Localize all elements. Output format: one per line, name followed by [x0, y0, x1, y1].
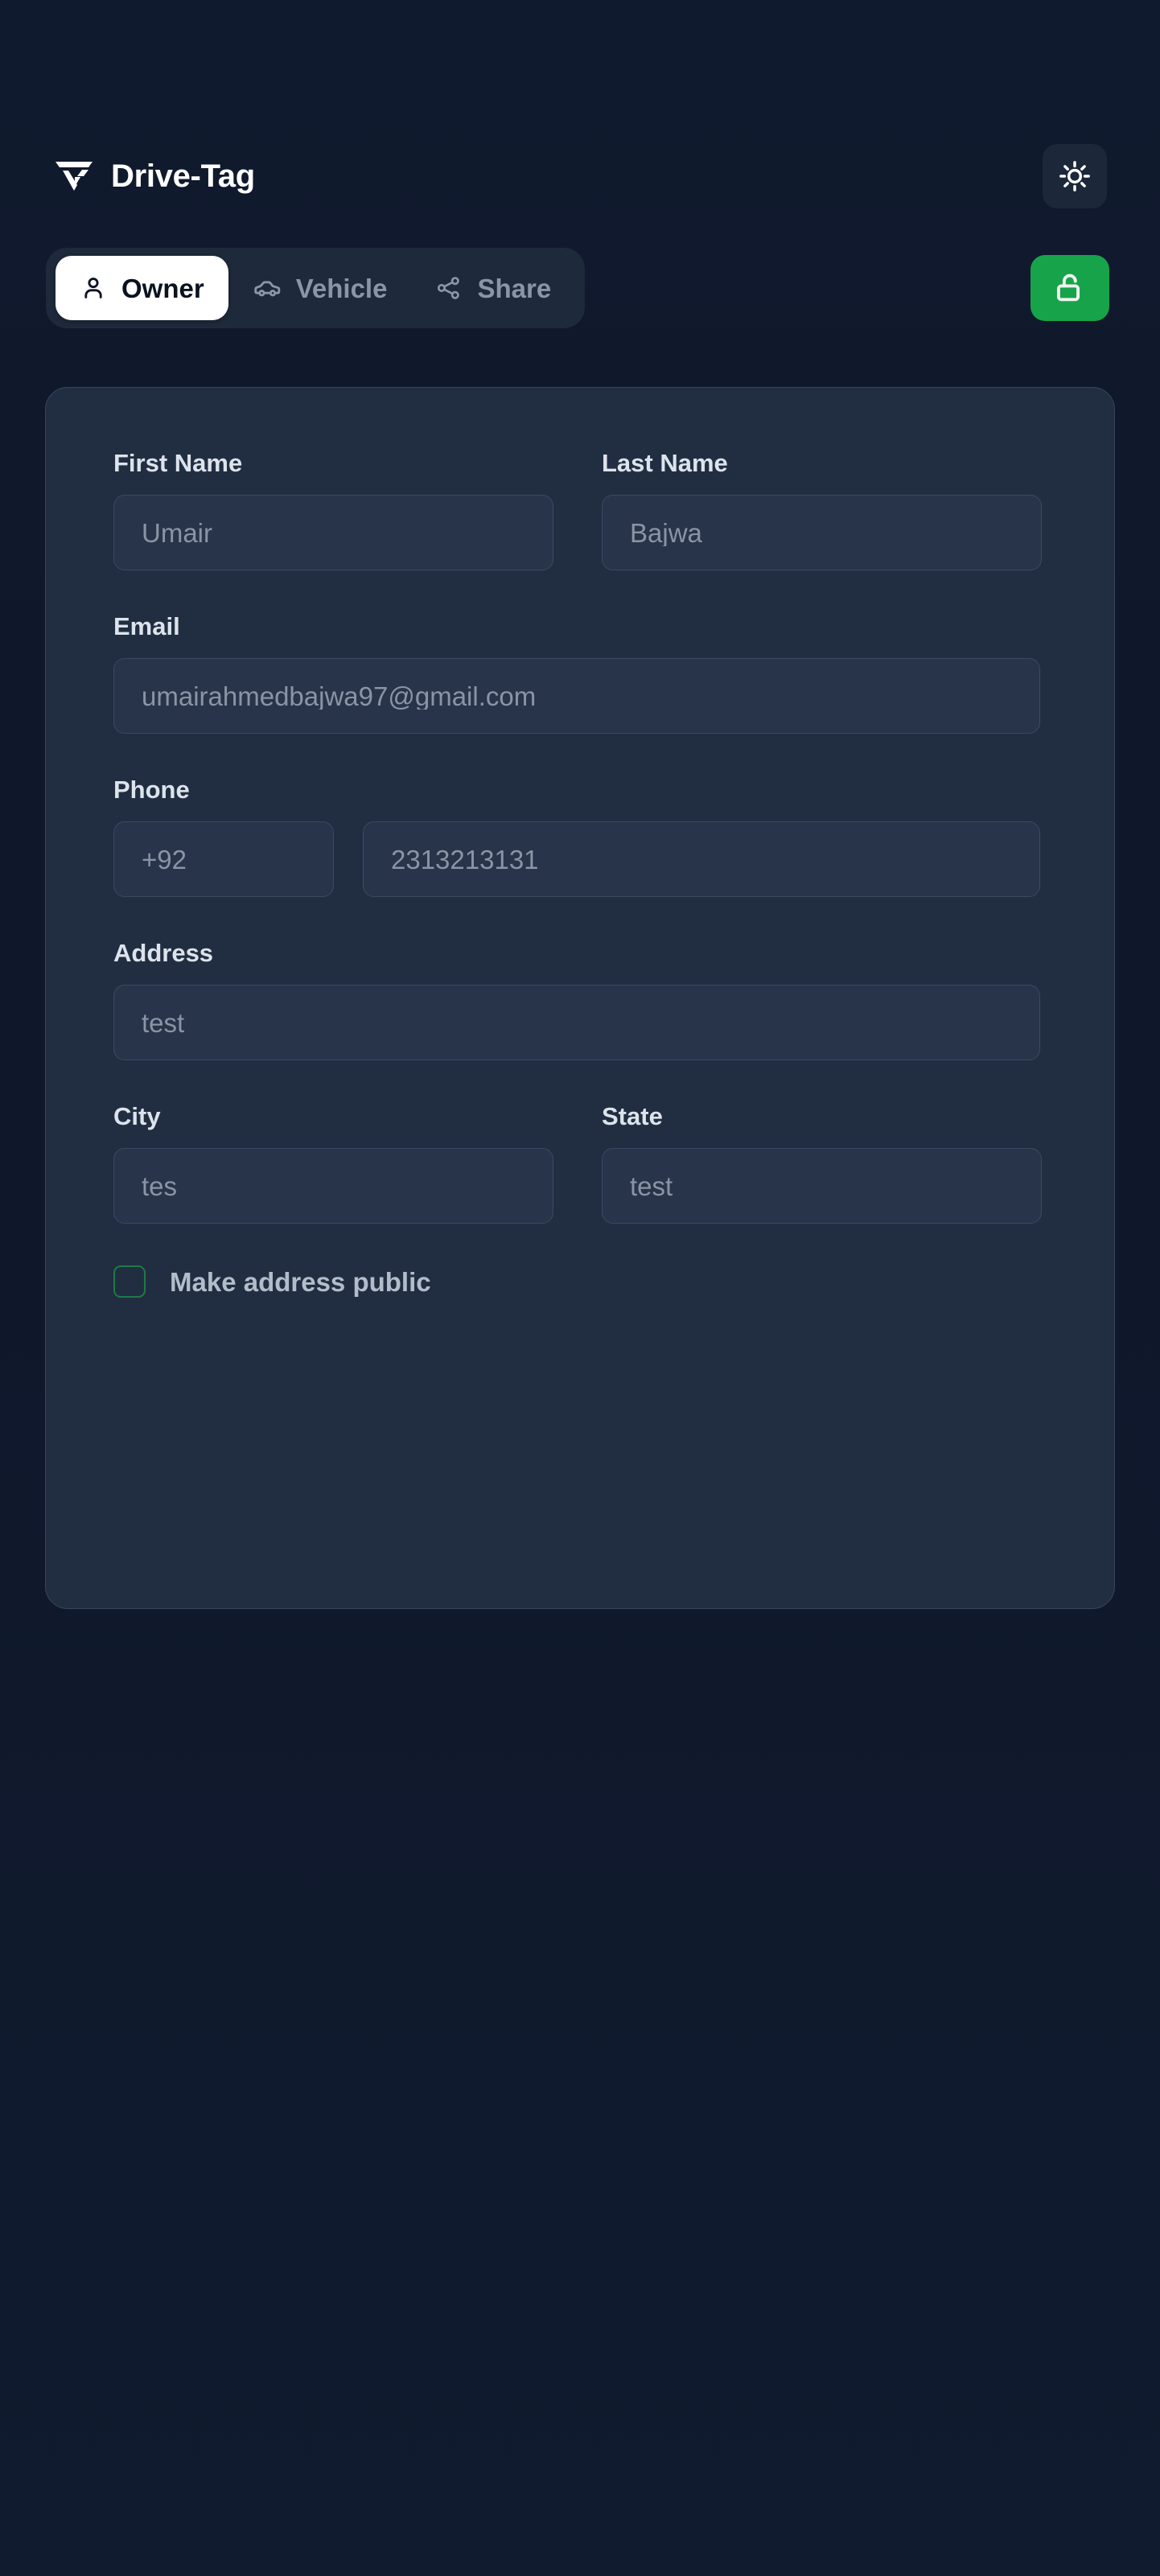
make-address-public-label[interactable]: Make address public [170, 1269, 431, 1295]
tab-share-label: Share [477, 273, 552, 303]
phone-field-group: Phone +92 2313213131 [113, 777, 1040, 897]
city-field-group: City tes [113, 1104, 553, 1224]
owner-details-card: First Name Umair Last Name Bajwa Email u… [45, 387, 1115, 1609]
address-input[interactable]: test [113, 985, 1040, 1060]
tab-vehicle-label: Vehicle [295, 273, 388, 303]
app-root: Drive-Tag Owner Vehicle Share First Name… [0, 0, 1160, 2576]
address-label: Address [113, 939, 214, 967]
email-field-group: Email umairahmedbajwa97@gmail.com [113, 614, 1040, 734]
address-field-group: Address test [113, 940, 1040, 1060]
last-name-label: Last Name [602, 449, 728, 477]
first-name-field-group: First Name Umair [113, 451, 553, 570]
tab-share[interactable]: Share [411, 256, 575, 320]
name-row: First Name Umair Last Name Bajwa [113, 451, 1047, 570]
first-name-label: First Name [113, 449, 243, 477]
tab-bar: Owner Vehicle Share [46, 248, 586, 328]
address-value: test [142, 1009, 185, 1036]
email-value: umairahmedbajwa97@gmail.com [142, 682, 537, 710]
brand: Drive-Tag [53, 155, 255, 197]
email-label: Email [113, 612, 180, 640]
tab-row: Owner Vehicle Share [46, 241, 1109, 335]
state-input[interactable]: test [602, 1148, 1042, 1224]
share-icon [435, 274, 463, 302]
city-label: City [113, 1102, 161, 1130]
lock-toggle-button[interactable] [1030, 255, 1109, 321]
city-input[interactable]: tes [113, 1148, 553, 1224]
state-field-group: State test [602, 1104, 1042, 1224]
last-name-field-group: Last Name Bajwa [602, 451, 1042, 570]
last-name-value: Bajwa [630, 519, 702, 546]
make-address-public-checkbox[interactable] [113, 1265, 146, 1298]
unlock-icon [1052, 270, 1088, 306]
sun-icon [1058, 159, 1092, 193]
phone-number-input[interactable]: 2313213131 [363, 821, 1040, 897]
phone-country-code-input[interactable]: +92 [113, 821, 334, 897]
last-name-input[interactable]: Bajwa [602, 495, 1042, 570]
tab-owner-label: Owner [121, 273, 204, 303]
phone-country-code-value: +92 [142, 846, 187, 873]
make-address-public-row: Make address public [113, 1265, 1047, 1298]
drive-tag-logo-icon [53, 155, 95, 197]
user-icon [80, 274, 107, 302]
tab-vehicle[interactable]: Vehicle [228, 256, 412, 320]
email-input[interactable]: umairahmedbajwa97@gmail.com [113, 658, 1040, 734]
car-icon [253, 274, 282, 302]
tab-owner[interactable]: Owner [56, 256, 228, 320]
city-value: tes [142, 1172, 178, 1200]
city-state-row: City tes State test [113, 1104, 1047, 1224]
first-name-value: Umair [142, 519, 212, 546]
state-label: State [602, 1102, 663, 1130]
app-header: Drive-Tag [53, 129, 1107, 224]
phone-label: Phone [113, 776, 190, 804]
brand-name: Drive-Tag [111, 158, 255, 194]
state-value: test [630, 1172, 673, 1200]
theme-toggle-button[interactable] [1043, 144, 1107, 208]
phone-row: +92 2313213131 [113, 821, 1040, 897]
first-name-input[interactable]: Umair [113, 495, 553, 570]
phone-number-value: 2313213131 [391, 846, 539, 873]
